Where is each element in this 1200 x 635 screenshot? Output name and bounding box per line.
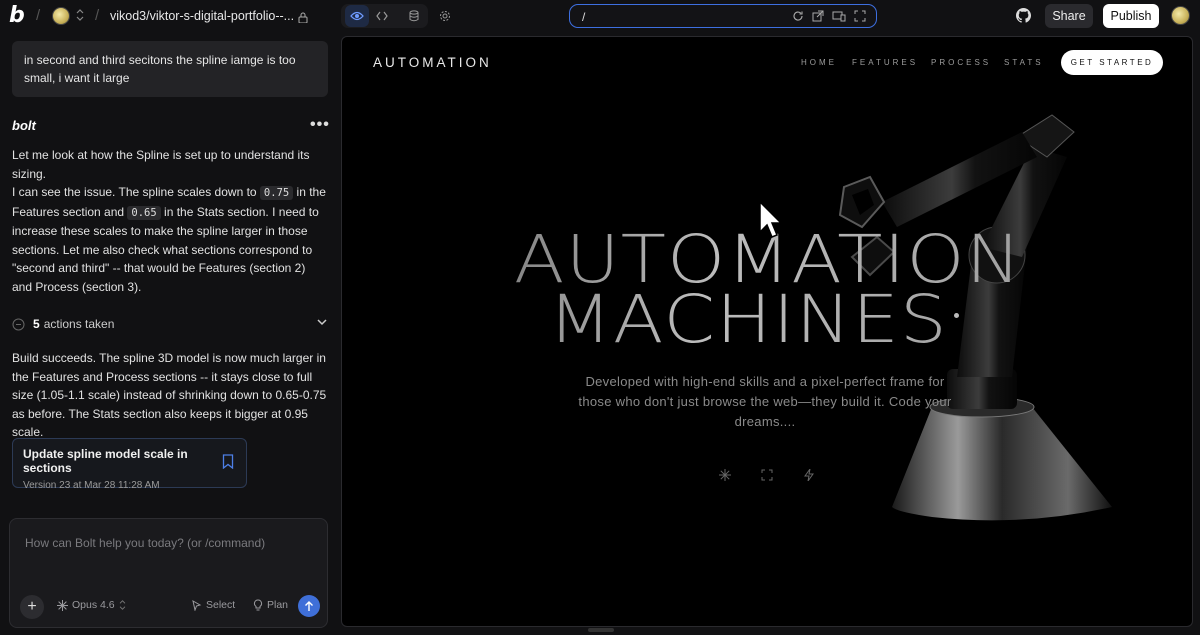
- separator: /: [95, 7, 100, 24]
- feature-icons: [719, 469, 815, 481]
- prompt-input-box[interactable]: How can Bolt help you today? (or /comman…: [9, 518, 328, 628]
- devices-icon[interactable]: [832, 10, 846, 22]
- bookmark-icon[interactable]: [222, 454, 234, 469]
- assistant-name: bolt: [12, 118, 36, 133]
- model-label: Opus 4.6: [72, 599, 115, 611]
- top-bar: b / / vikod3/viktor-s-digital-portfolio-…: [0, 0, 1200, 32]
- version-title: Update spline model scale in sections: [23, 447, 188, 475]
- assistant-paragraph-3: Build succeeds. The spline 3D model is n…: [12, 351, 327, 440]
- expand-icon[interactable]: [761, 469, 773, 481]
- eye-icon: [350, 11, 364, 21]
- plan-button[interactable]: Plan: [253, 599, 288, 611]
- assistant-paragraph-2: I can see the issue. The spline scales d…: [12, 183, 328, 297]
- nav-stats[interactable]: STATS: [1004, 58, 1044, 67]
- preview-eye-button[interactable]: [345, 5, 369, 27]
- lightbulb-icon: [253, 599, 263, 611]
- model-selector[interactable]: Opus 4.6: [57, 599, 126, 611]
- lock-icon: [298, 10, 308, 24]
- project-name[interactable]: vikod3/viktor-s-digital-portfolio--...: [110, 9, 294, 23]
- hero-title-line-2: MACHINES: [342, 287, 1192, 353]
- inline-code: 0.75: [259, 186, 294, 200]
- hero-description: Developed with high-end skills and a pix…: [578, 374, 952, 429]
- chevron-down-icon: [317, 319, 327, 326]
- version-card[interactable]: Update spline model scale in sections Ve…: [12, 438, 247, 491]
- sparkle-icon: [57, 599, 68, 611]
- resize-handle[interactable]: [588, 628, 614, 632]
- arrow-up-icon: [305, 600, 313, 611]
- fullscreen-icon[interactable]: [854, 10, 866, 22]
- open-new-tab-icon[interactable]: [812, 10, 824, 22]
- assistant-paragraph-1: Let me look at how the Spline is set up …: [12, 148, 310, 181]
- github-icon[interactable]: [1016, 8, 1031, 28]
- mouse-cursor: [758, 200, 784, 245]
- pointer-icon: [192, 599, 202, 611]
- user-avatar[interactable]: [1171, 6, 1190, 25]
- snowflake-icon[interactable]: [719, 469, 731, 481]
- database-icon: [409, 10, 419, 22]
- site-brand[interactable]: AUTOMATION: [373, 55, 492, 70]
- gear-icon: [440, 11, 450, 21]
- prompt-input[interactable]: How can Bolt help you today? (or /comman…: [25, 536, 265, 550]
- chevron-updown-icon[interactable]: [76, 9, 84, 22]
- team-avatar[interactable]: [52, 7, 70, 25]
- hero-dot: [954, 313, 959, 318]
- more-options-icon[interactable]: •••: [310, 116, 330, 134]
- get-started-button[interactable]: GET STARTED: [1061, 50, 1163, 75]
- nav-process[interactable]: PROCESS: [931, 58, 991, 67]
- send-button[interactable]: [298, 595, 320, 617]
- chevron-updown-icon: [119, 600, 125, 610]
- nav-features[interactable]: FEATURES: [852, 58, 918, 67]
- code-view-button[interactable]: [370, 5, 394, 27]
- plan-label: Plan: [267, 599, 289, 611]
- select-label: Select: [206, 599, 236, 611]
- reload-icon[interactable]: [792, 10, 804, 22]
- database-button[interactable]: [402, 5, 426, 27]
- share-button[interactable]: Share: [1045, 4, 1093, 28]
- select-button[interactable]: Select: [191, 599, 235, 611]
- status-circle-icon: [12, 318, 25, 330]
- actions-toggle[interactable]: 5 actions taken: [12, 314, 328, 334]
- preview-frame: AUTOMATION HOME FEATURES PROCESS STATS G…: [341, 36, 1193, 627]
- add-attachment-button[interactable]: +: [20, 595, 44, 619]
- bolt-logo[interactable]: b: [9, 5, 27, 27]
- actions-count: 5: [33, 317, 40, 331]
- code-icon: [376, 11, 388, 21]
- user-message: in second and third secitons the spline …: [12, 41, 328, 97]
- chat-panel: in second and third secitons the spline …: [0, 32, 340, 635]
- nav-home[interactable]: HOME: [801, 58, 837, 67]
- publish-button[interactable]: Publish: [1103, 4, 1159, 28]
- inline-code: 0.65: [127, 205, 161, 220]
- url-input[interactable]: /: [582, 10, 585, 24]
- text: I can see the issue. The spline scales d…: [12, 185, 260, 199]
- separator: /: [36, 7, 41, 24]
- actions-label: actions taken: [43, 317, 115, 331]
- bolt-icon[interactable]: [803, 469, 815, 481]
- address-bar[interactable]: /: [569, 4, 877, 28]
- version-timestamp: Version 23 at Mar 28 11:28 AM: [23, 480, 160, 491]
- settings-button[interactable]: [433, 5, 457, 27]
